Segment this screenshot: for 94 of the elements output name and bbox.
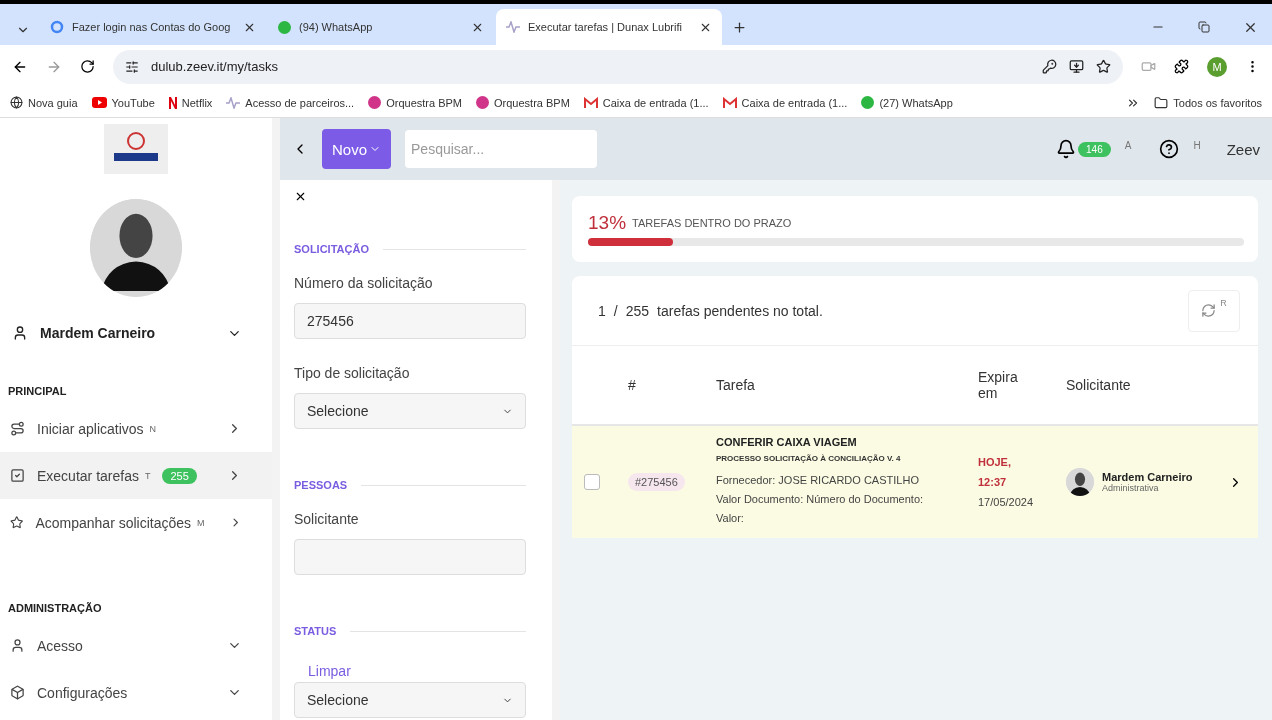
- expiry-day: HOJE,: [978, 452, 1066, 472]
- bookmark-item[interactable]: Orquestra BPM: [476, 96, 570, 109]
- task-detail: Fornecedor: JOSE RICARDO CASTILHO: [716, 473, 920, 488]
- expiry-date: 17/05/2024: [978, 495, 1035, 510]
- refresh-button[interactable]: R: [1188, 289, 1240, 332]
- nav-item[interactable]: Acompanhar solicitações $^{M}$: [0, 499, 272, 546]
- clear-link[interactable]: Limpar: [308, 663, 526, 680]
- reload-icon[interactable]: [80, 59, 95, 74]
- wave-icon: [226, 96, 241, 109]
- shortcut-hint: A: [1124, 140, 1132, 151]
- separator-slash: /: [613, 302, 618, 319]
- notification-count: 146: [1078, 141, 1111, 157]
- refresh-icon: [1201, 303, 1217, 318]
- extensions-icon[interactable]: [1174, 59, 1189, 74]
- new-button[interactable]: Novo: [322, 129, 392, 169]
- restore-icon: [1198, 21, 1210, 33]
- request-number[interactable]: #275456: [628, 473, 685, 491]
- envelope-icon: [722, 97, 737, 108]
- field-label: Solicitante: [294, 511, 360, 527]
- bubble-icon: [476, 96, 489, 109]
- play-icon: [91, 97, 107, 108]
- task-title[interactable]: CONFERIR CAIXA VIAGEM: [716, 436, 978, 448]
- column-header: Expira em: [978, 369, 1019, 401]
- bookmark-item[interactable]: Caixa de entrada (1...: [583, 96, 709, 109]
- company-logo: [104, 124, 168, 174]
- user-icon: [10, 638, 25, 653]
- field-label: Tipo de solicitação: [294, 365, 411, 381]
- browser-tab[interactable]: Executar tarefas | Dunax Lubrifi: [496, 9, 722, 45]
- globe-icon: [10, 96, 23, 109]
- task-count: 1: [598, 302, 606, 319]
- browser-tab[interactable]: Fazer login nas Contas do Goog: [40, 9, 266, 45]
- envelope-icon: [583, 97, 598, 108]
- row-checkbox[interactable]: [584, 474, 600, 490]
- chat-icon: [861, 96, 875, 109]
- bubble-icon: [368, 96, 382, 109]
- requester-department: Administrativa: [1102, 483, 1160, 493]
- all-bookmarks-item[interactable]: Todos os favoritos: [1154, 95, 1262, 110]
- cube-icon: [10, 685, 25, 700]
- bookmark-item[interactable]: Acesso de parceiros...: [226, 96, 355, 109]
- address-bar[interactable]: dulub.zeev.it/my/tasks: [113, 49, 1123, 84]
- nav-item[interactable]: Configurações: [0, 669, 272, 716]
- user-icon: [12, 325, 28, 341]
- route-icon: [10, 421, 25, 436]
- help-icon[interactable]: [1159, 139, 1180, 159]
- nav-item[interactable]: Executar tarefas $^{T}$ 255: [0, 452, 272, 499]
- filter-section-title: PESSOAS: [294, 479, 348, 491]
- close-icon[interactable]: [294, 190, 307, 203]
- progress-percent: 13%: [588, 212, 627, 234]
- chat-icon: [278, 20, 291, 34]
- bookmark-item[interactable]: Nova guia: [10, 96, 78, 109]
- filter-section-title: SOLICITAÇÃO: [294, 243, 369, 255]
- bell-icon[interactable]: [1056, 139, 1077, 159]
- select-field[interactable]: Selecione: [294, 393, 526, 429]
- plus-icon: [731, 19, 747, 35]
- site-settings-icon[interactable]: [125, 59, 139, 74]
- browser-tab[interactable]: (94) WhatsApp: [268, 9, 494, 45]
- bookmark-item[interactable]: (27) WhatsApp: [861, 96, 953, 109]
- avatar-icon: [1066, 468, 1094, 496]
- star-icon: [10, 515, 24, 530]
- expiry-time: 12:37: [978, 475, 1008, 490]
- shortcut-hint: H: [1193, 140, 1201, 151]
- bookmark-star-icon[interactable]: [1096, 59, 1111, 74]
- nav-item[interactable]: Acesso: [0, 622, 272, 669]
- wave-icon: [506, 21, 520, 33]
- input-field[interactable]: [294, 539, 526, 575]
- task-total: 255: [625, 302, 650, 319]
- progress-label: TAREFAS DENTRO DO PRAZO: [632, 217, 792, 229]
- user-name[interactable]: Mardem Carneiro: [40, 325, 215, 341]
- brand-name: Zeev: [1226, 140, 1260, 158]
- column-header: #: [628, 377, 637, 393]
- folder-icon: [1154, 95, 1169, 110]
- filter-section-title: STATUS: [294, 625, 337, 637]
- process-name: PROCESSO SOLICITAÇÃO À CONCILIAÇÃO V. 4: [716, 454, 902, 463]
- install-icon[interactable]: [1069, 59, 1084, 74]
- key-icon[interactable]: [1042, 59, 1057, 74]
- column-header: Tarefa: [716, 377, 756, 393]
- requester-name: Mardem Carneiro: [1102, 471, 1193, 483]
- task-detail: Valor:: [716, 511, 745, 526]
- search-field[interactable]: Pesquisar...: [405, 130, 598, 168]
- letter-mark-icon: [168, 96, 177, 109]
- field-label: Número da solicitação: [294, 275, 434, 291]
- bookmark-item[interactable]: Netflix: [168, 96, 213, 109]
- task-detail: Valor Documento: Número do Documento:: [716, 492, 925, 507]
- bookmark-item[interactable]: Caixa de entrada (1...: [722, 96, 848, 109]
- task-summary: tarefas pendentes no total.: [657, 302, 824, 319]
- bookmark-item[interactable]: Orquestra BPM: [368, 96, 462, 109]
- section-title: ADMINISTRAÇÃO: [7, 602, 103, 614]
- checkbox-icon: [10, 468, 25, 483]
- nav-item[interactable]: Iniciar aplicativos $^{N}$: [0, 405, 272, 452]
- input-field[interactable]: 275456: [294, 303, 526, 339]
- select-field[interactable]: Selecione: [294, 682, 526, 718]
- bookmark-item[interactable]: YouTube: [91, 96, 155, 109]
- section-title: PRINCIPAL: [7, 385, 68, 397]
- column-header: Solicitante: [1066, 377, 1132, 393]
